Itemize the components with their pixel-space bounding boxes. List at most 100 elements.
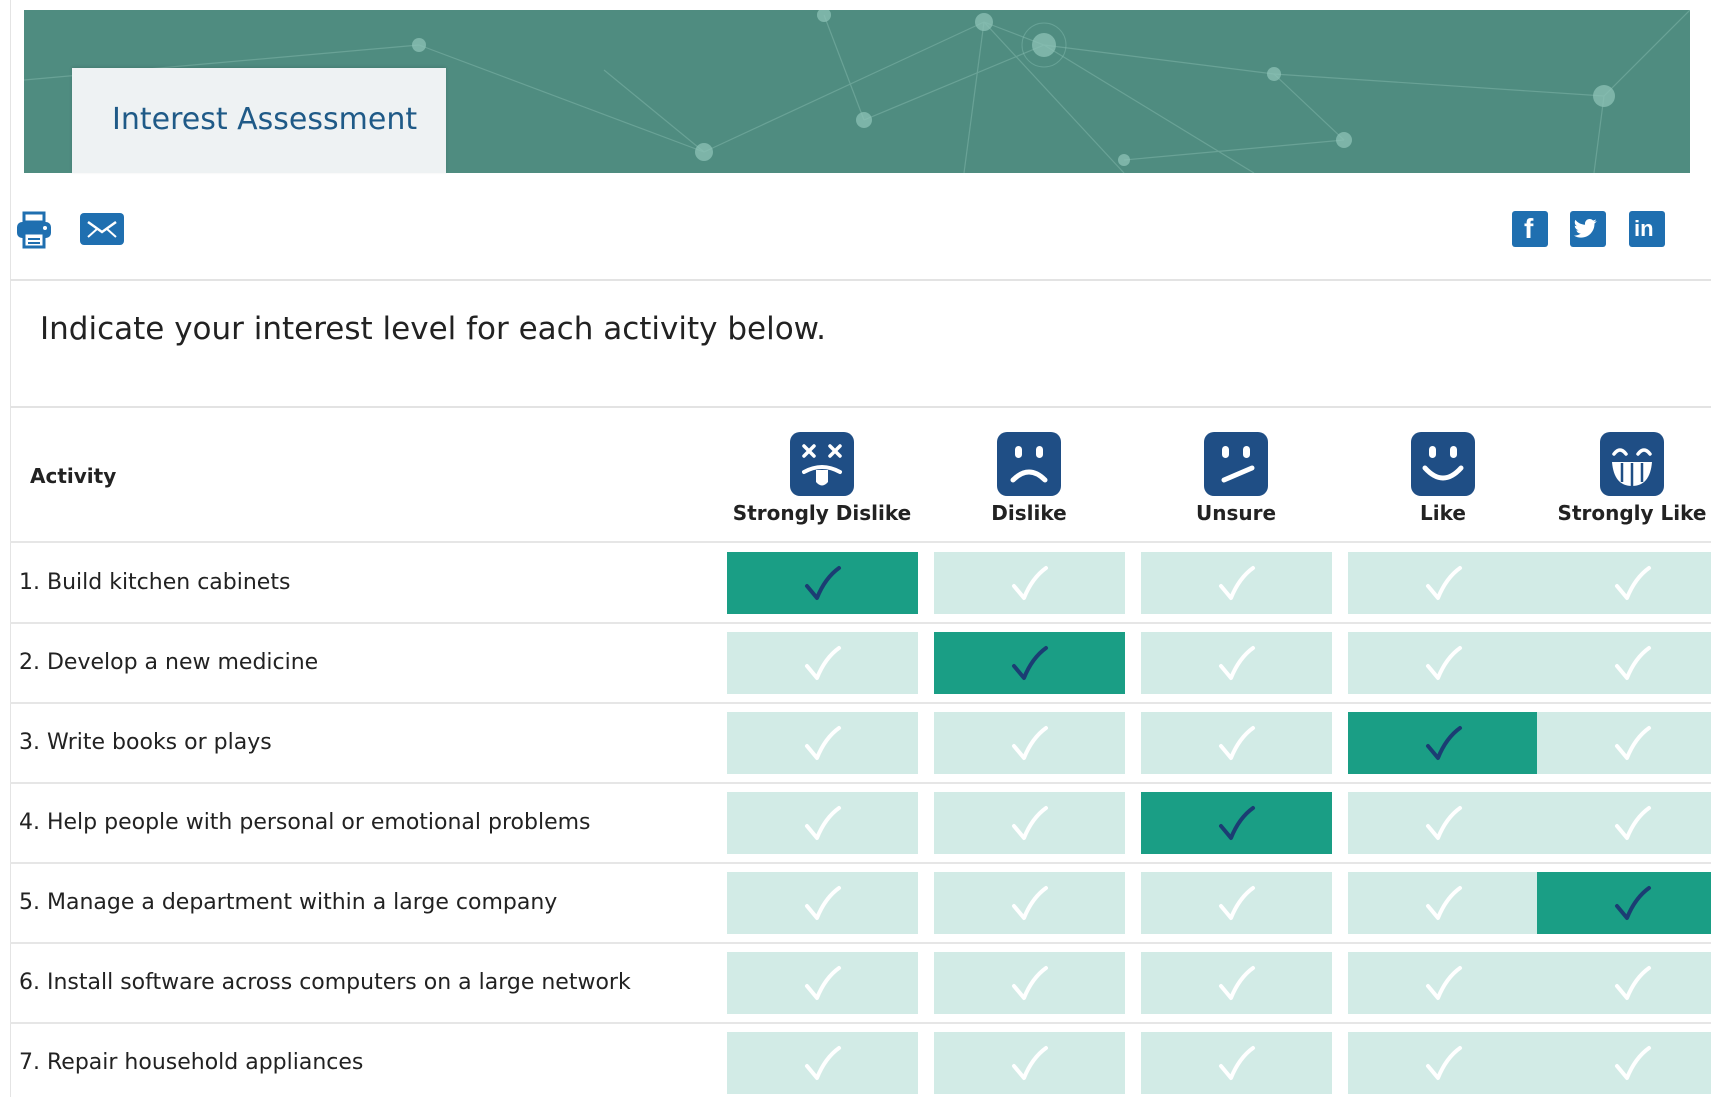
checkmark-icon: [1615, 1046, 1651, 1080]
rating-option-like[interactable]: [1348, 712, 1539, 774]
checkmark-icon: [1615, 566, 1651, 600]
smile-face-icon: [1411, 432, 1475, 496]
checkmark-icon: [1012, 966, 1048, 1000]
column-label: Unsure: [1195, 501, 1277, 525]
column-header-dislike: [934, 432, 1124, 500]
twitter-bird-icon: [1573, 219, 1597, 238]
checkmark-icon: [1219, 1046, 1255, 1080]
checkmark-icon: [1615, 966, 1651, 1000]
column-header-strongly-dislike: [727, 432, 917, 500]
row-divider: [10, 942, 1711, 944]
header-rule: [10, 541, 1711, 543]
rating-option-unsure[interactable]: [1141, 952, 1332, 1014]
twitter-icon[interactable]: [1570, 211, 1606, 247]
activity-label: 4. Help people with personal or emotiona…: [19, 810, 591, 835]
rating-option-strongly-dislike[interactable]: [727, 1032, 918, 1094]
rating-option-like[interactable]: [1348, 1032, 1539, 1094]
checkmark-icon: [1426, 966, 1462, 1000]
row-divider: [10, 862, 1711, 864]
activity-column-header: Activity: [30, 464, 117, 488]
rating-option-like[interactable]: [1348, 792, 1539, 854]
row-divider: [10, 782, 1711, 784]
grin-face-icon: [1600, 432, 1664, 496]
rating-option-dislike[interactable]: [934, 872, 1125, 934]
rating-option-unsure[interactable]: [1141, 632, 1332, 694]
rating-option-strongly-like[interactable]: [1537, 872, 1711, 934]
checkmark-icon: [1615, 886, 1651, 920]
rating-option-like[interactable]: [1348, 952, 1539, 1014]
page-title: Interest Assessment: [112, 102, 418, 137]
rating-option-strongly-dislike[interactable]: [727, 792, 918, 854]
column-header-strongly-like: [1537, 432, 1711, 500]
column-label: Strongly Like: [1557, 501, 1707, 525]
rating-option-dislike[interactable]: [934, 1032, 1125, 1094]
rating-option-strongly-dislike[interactable]: [727, 632, 918, 694]
checkmark-icon: [1219, 726, 1255, 760]
rating-option-like[interactable]: [1348, 552, 1539, 614]
rating-option-strongly-dislike[interactable]: [727, 872, 918, 934]
rating-option-dislike[interactable]: [934, 552, 1125, 614]
checkmark-icon: [805, 806, 841, 840]
activity-label: 7. Repair household appliances: [19, 1050, 364, 1075]
rating-option-strongly-like[interactable]: [1537, 952, 1711, 1014]
facebook-icon[interactable]: f: [1512, 211, 1548, 247]
linkedin-icon[interactable]: in: [1629, 211, 1665, 247]
rating-option-dislike[interactable]: [934, 632, 1125, 694]
rating-option-strongly-dislike[interactable]: [727, 552, 918, 614]
checkmark-icon: [805, 646, 841, 680]
divider: [10, 279, 1711, 281]
rating-option-strongly-dislike[interactable]: [727, 712, 918, 774]
activity-label: 2. Develop a new medicine: [19, 650, 319, 675]
rating-option-dislike[interactable]: [934, 792, 1125, 854]
sad-face-icon: [997, 432, 1061, 496]
rating-option-unsure[interactable]: [1141, 552, 1332, 614]
row-divider: [10, 702, 1711, 704]
column-label: Like: [1420, 501, 1466, 525]
activity-label: 5. Manage a department within a large co…: [19, 890, 558, 915]
rating-option-dislike[interactable]: [934, 712, 1125, 774]
row-divider: [10, 1022, 1711, 1024]
rating-option-dislike[interactable]: [934, 952, 1125, 1014]
linkedin-letters: in: [1634, 216, 1654, 241]
column-header-unsure: [1141, 432, 1331, 500]
activity-label: 1. Build kitchen cabinets: [19, 570, 291, 595]
checkmark-icon: [805, 1046, 841, 1080]
rating-option-strongly-like[interactable]: [1537, 792, 1711, 854]
checkmark-icon: [1426, 1046, 1462, 1080]
checkmark-icon: [1426, 886, 1462, 920]
activity-label: 3. Write books or plays: [19, 730, 272, 755]
rating-option-strongly-like[interactable]: [1537, 1032, 1711, 1094]
checkmark-icon: [805, 966, 841, 1000]
checkmark-icon: [1426, 566, 1462, 600]
rating-option-unsure[interactable]: [1141, 792, 1332, 854]
checkmark-icon: [805, 566, 841, 600]
checkmark-icon: [1615, 646, 1651, 680]
checkmark-icon: [1012, 806, 1048, 840]
dead-face-icon: [790, 432, 854, 496]
column-label: Strongly Dislike: [732, 501, 912, 525]
rating-option-unsure[interactable]: [1141, 872, 1332, 934]
rating-option-like[interactable]: [1348, 872, 1539, 934]
checkmark-icon: [1219, 566, 1255, 600]
rating-option-strongly-dislike[interactable]: [727, 952, 918, 1014]
rating-option-strongly-like[interactable]: [1537, 632, 1711, 694]
rating-option-unsure[interactable]: [1141, 1032, 1332, 1094]
page-border: [10, 0, 11, 1097]
rating-option-strongly-like[interactable]: [1537, 552, 1711, 614]
rating-option-unsure[interactable]: [1141, 712, 1332, 774]
email-icon[interactable]: [80, 213, 124, 245]
unsure-face-icon: [1204, 432, 1268, 496]
row-divider: [10, 622, 1711, 624]
divider: [10, 406, 1711, 408]
checkmark-icon: [1012, 1046, 1048, 1080]
rating-option-strongly-like[interactable]: [1537, 712, 1711, 774]
checkmark-icon: [1012, 646, 1048, 680]
rating-option-like[interactable]: [1348, 632, 1539, 694]
checkmark-icon: [1219, 646, 1255, 680]
checkmark-icon: [1219, 966, 1255, 1000]
printer-icon[interactable]: [15, 211, 53, 249]
checkmark-icon: [1012, 726, 1048, 760]
facebook-letter: f: [1524, 213, 1534, 244]
checkmark-icon: [1615, 726, 1651, 760]
activity-label: 6. Install software across computers on …: [19, 970, 631, 995]
